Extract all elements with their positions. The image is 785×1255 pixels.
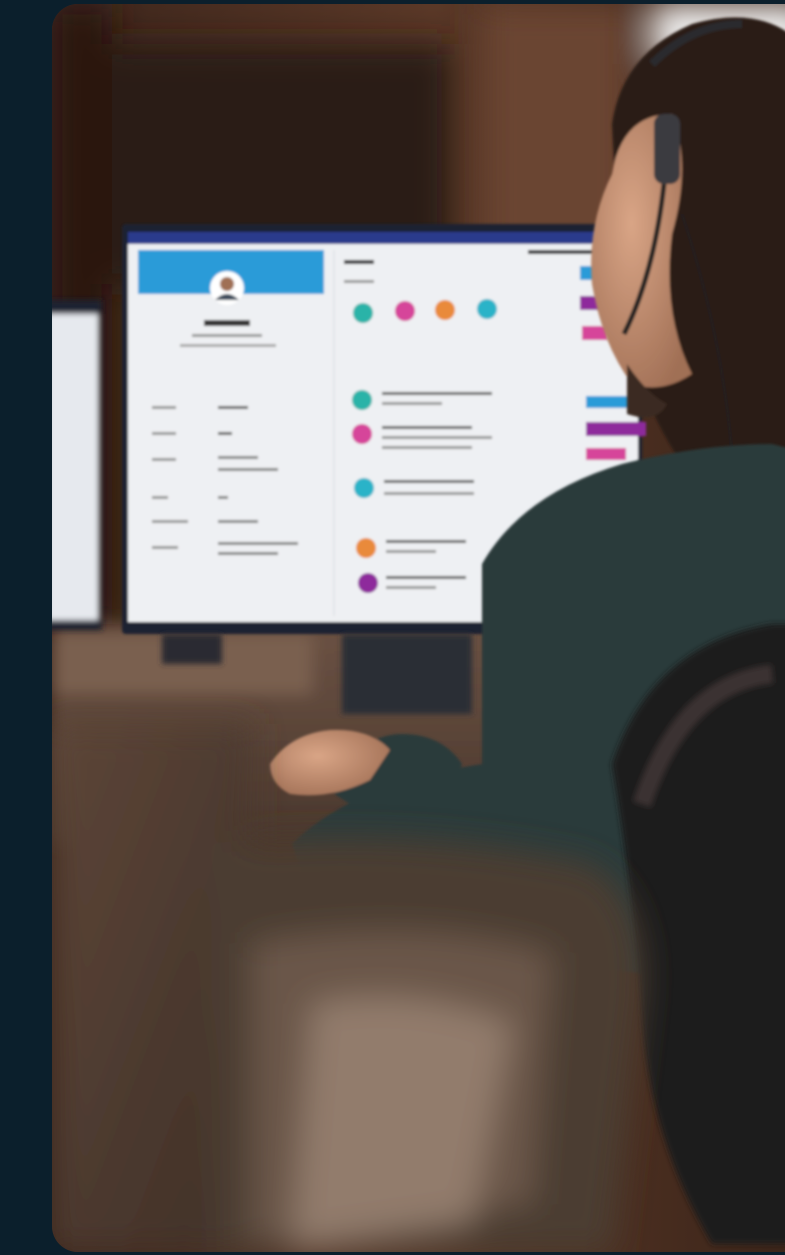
hero-photo bbox=[52, 4, 785, 1252]
